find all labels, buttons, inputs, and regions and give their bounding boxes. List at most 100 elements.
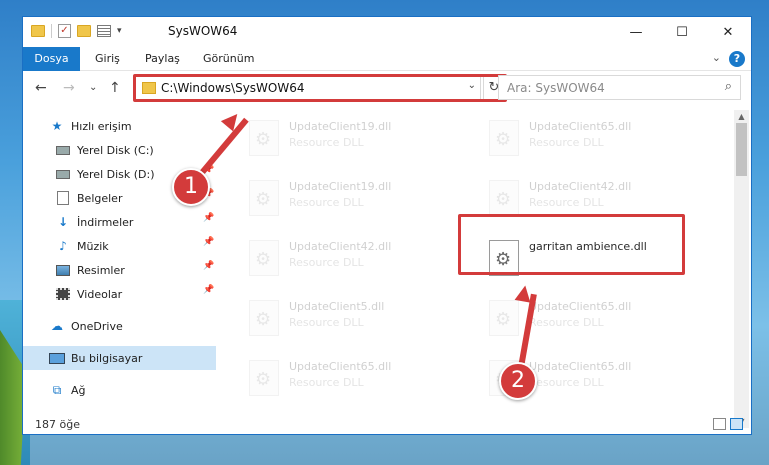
vertical-scrollbar[interactable]: ▲ ▼ bbox=[734, 110, 749, 428]
sidebar-item-label: Videolar bbox=[77, 287, 123, 301]
music-icon: ♪ bbox=[59, 239, 67, 253]
dll-file-icon bbox=[249, 360, 279, 396]
dll-file-icon bbox=[249, 120, 279, 156]
sidebar-item-pictures[interactable]: Resimler bbox=[55, 258, 125, 282]
search-placeholder: Ara: SysWOW64 bbox=[507, 81, 605, 95]
sidebar-item-network[interactable]: ⧉ Ağ bbox=[49, 378, 86, 402]
tab-share[interactable]: Paylaş bbox=[135, 47, 190, 71]
file-item[interactable]: UpdateClient65.dll Resource DLL bbox=[481, 114, 711, 166]
details-view-icon[interactable] bbox=[713, 418, 726, 430]
disk-icon bbox=[55, 167, 71, 181]
sidebar-item-label: Yerel Disk (C:) bbox=[77, 143, 154, 157]
navigation-pane: ★ Hızlı erişim Yerel Disk (C:) Yerel Dis… bbox=[23, 110, 216, 406]
large-icons-view-icon[interactable] bbox=[730, 418, 743, 430]
sidebar-item-local-disk-d[interactable]: Yerel Disk (D:) bbox=[55, 162, 155, 186]
cloud-icon: ☁ bbox=[51, 319, 63, 333]
sidebar-item-onedrive[interactable]: ☁ OneDrive bbox=[49, 314, 123, 338]
dll-file-icon bbox=[489, 300, 519, 336]
file-type: Resource DLL bbox=[529, 196, 604, 209]
search-icon[interactable]: ⌕ bbox=[725, 79, 732, 94]
file-name: UpdateClient5.dll bbox=[289, 300, 385, 313]
file-type: Resource DLL bbox=[529, 376, 604, 389]
sidebar-item-label: Bu bilgisayar bbox=[71, 351, 143, 365]
sidebar-item-this-pc[interactable]: Bu bilgisayar bbox=[23, 346, 216, 370]
file-type: Resource DLL bbox=[289, 196, 364, 209]
forward-arrow-icon[interactable]: → bbox=[63, 80, 75, 96]
maximize-button[interactable]: ☐ bbox=[659, 17, 705, 47]
tab-file[interactable]: Dosya bbox=[23, 47, 80, 71]
sidebar-item-music[interactable]: ♪ Müzik bbox=[55, 234, 109, 258]
customize-toolbar-icon[interactable] bbox=[97, 25, 111, 37]
pictures-icon bbox=[55, 263, 71, 277]
close-button[interactable]: ✕ bbox=[705, 17, 751, 47]
computer-icon bbox=[49, 351, 65, 365]
sidebar-item-quick-access[interactable]: ★ Hızlı erişim bbox=[49, 114, 132, 138]
pin-icon[interactable]: 📌 bbox=[203, 285, 214, 295]
file-name: UpdateClient65.dll bbox=[529, 360, 632, 373]
file-type: Resource DLL bbox=[289, 256, 364, 269]
item-count: 187 öğe bbox=[35, 418, 80, 431]
dll-file-icon bbox=[249, 180, 279, 216]
scrollbar-thumb[interactable] bbox=[736, 123, 747, 176]
recent-locations-icon[interactable]: ⌄ bbox=[89, 82, 97, 93]
file-name: UpdateClient42.dll bbox=[529, 180, 632, 193]
tab-home[interactable]: Giriş bbox=[85, 47, 130, 71]
file-type: Resource DLL bbox=[289, 136, 364, 149]
file-name: UpdateClient19.dll bbox=[289, 120, 392, 133]
toolbar-divider bbox=[51, 24, 52, 38]
sidebar-item-label: Ağ bbox=[71, 383, 86, 397]
network-icon: ⧉ bbox=[52, 382, 62, 397]
file-type: Resource DLL bbox=[289, 316, 364, 329]
sidebar-item-local-disk-c[interactable]: Yerel Disk (C:) bbox=[55, 138, 154, 162]
back-arrow-icon[interactable]: ← bbox=[35, 80, 47, 96]
search-input[interactable]: Ara: SysWOW64 ⌕ bbox=[498, 75, 741, 100]
file-type: Resource DLL bbox=[529, 316, 604, 329]
file-name: UpdateClient65.dll bbox=[529, 300, 632, 313]
file-item[interactable]: UpdateClient5.dll Resource DLL bbox=[241, 294, 471, 346]
pin-icon[interactable]: 📌 bbox=[203, 213, 214, 223]
sidebar-item-videos[interactable]: Videolar bbox=[55, 282, 122, 306]
pin-icon[interactable]: 📌 bbox=[203, 237, 214, 247]
sidebar-item-label: Hızlı erişim bbox=[71, 119, 132, 133]
help-button[interactable]: ? bbox=[729, 51, 745, 67]
ribbon-expand-icon[interactable]: ⌄ bbox=[712, 51, 721, 64]
sidebar-item-label: Yerel Disk (D:) bbox=[77, 167, 155, 181]
arrow-head-icon bbox=[514, 284, 534, 303]
toolbar-dropdown-icon[interactable]: ▾ bbox=[117, 26, 122, 36]
new-folder-icon[interactable] bbox=[77, 25, 91, 37]
file-name: UpdateClient19.dll bbox=[289, 180, 392, 193]
up-arrow-icon[interactable]: ↑ bbox=[109, 80, 121, 96]
pin-icon[interactable]: 📌 bbox=[203, 261, 214, 271]
quick-access-toolbar: ✓ ▾ bbox=[31, 24, 122, 38]
sidebar-item-label: OneDrive bbox=[71, 319, 123, 333]
view-toggle bbox=[713, 418, 743, 430]
callout-badge: 1 bbox=[172, 168, 210, 206]
title-bar: ✓ ▾ SysWOW64 — ☐ ✕ bbox=[23, 17, 751, 47]
videos-icon bbox=[55, 287, 71, 301]
address-highlight-annotation bbox=[133, 74, 507, 102]
minimize-button[interactable]: — bbox=[613, 17, 659, 47]
file-item[interactable]: UpdateClient65.dll Resource DLL bbox=[481, 294, 711, 346]
documents-icon bbox=[55, 191, 71, 205]
disk-icon bbox=[55, 143, 71, 157]
dll-file-icon bbox=[489, 180, 519, 216]
scroll-up-icon[interactable]: ▲ bbox=[734, 112, 749, 121]
star-icon: ★ bbox=[51, 119, 63, 133]
file-item[interactable]: UpdateClient65.dll Resource DLL bbox=[241, 354, 471, 406]
sidebar-item-documents[interactable]: Belgeler bbox=[55, 186, 122, 210]
sidebar-item-label: Resimler bbox=[77, 263, 125, 277]
sidebar-item-label: Müzik bbox=[77, 239, 109, 253]
sidebar-item-label: Belgeler bbox=[77, 191, 123, 205]
file-item[interactable]: UpdateClient42.dll Resource DLL bbox=[241, 234, 471, 286]
file-name: UpdateClient42.dll bbox=[289, 240, 392, 253]
sidebar-item-downloads[interactable]: ↓ İndirmeler bbox=[55, 210, 133, 234]
properties-check-icon[interactable]: ✓ bbox=[58, 24, 71, 38]
downloads-icon: ↓ bbox=[57, 215, 69, 229]
file-item[interactable]: UpdateClient19.dll Resource DLL bbox=[241, 114, 471, 166]
file-item[interactable]: UpdateClient19.dll Resource DLL bbox=[241, 174, 471, 226]
window-controls: — ☐ ✕ bbox=[613, 17, 751, 47]
ribbon-tabs: Dosya Giriş Paylaş Görünüm ⌄ ? bbox=[23, 47, 751, 71]
window-title: SysWOW64 bbox=[168, 24, 238, 38]
file-type: Resource DLL bbox=[529, 136, 604, 149]
tab-view[interactable]: Görünüm bbox=[193, 47, 264, 71]
